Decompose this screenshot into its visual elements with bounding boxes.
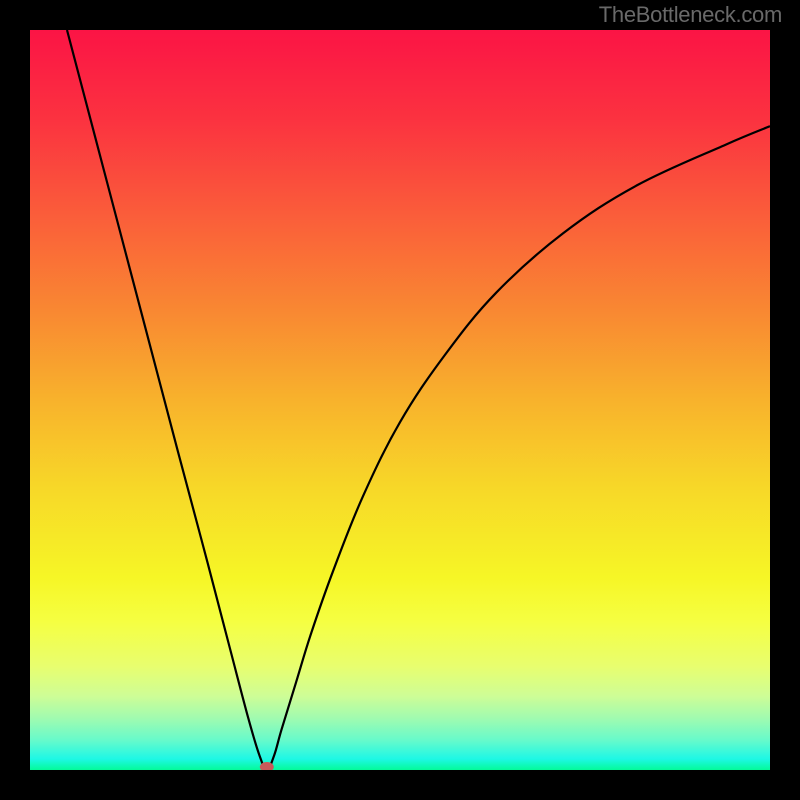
chart-plot-area <box>30 30 770 770</box>
watermark-text: TheBottleneck.com <box>599 2 782 28</box>
chart-curve <box>30 30 770 770</box>
bottleneck-curve-path <box>67 30 770 770</box>
